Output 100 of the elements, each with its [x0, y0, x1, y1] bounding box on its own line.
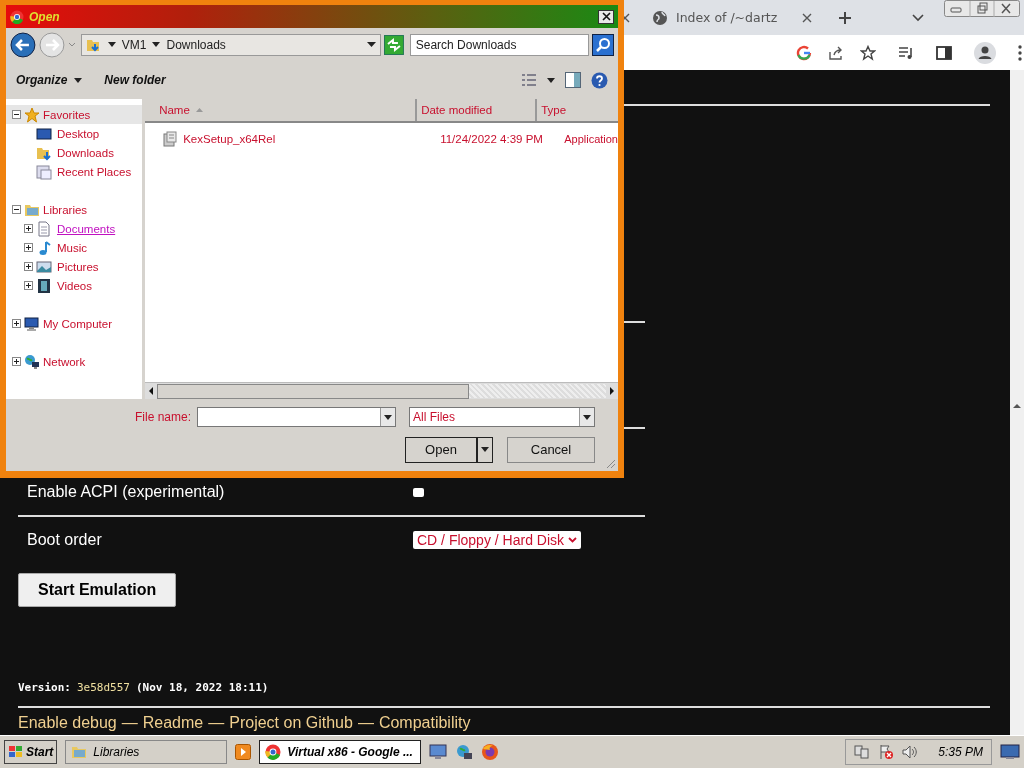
tree-item[interactable]: Network: [43, 355, 86, 368]
tree-item[interactable]: Downloads: [57, 146, 114, 159]
music-icon: [36, 239, 52, 256]
tree-item[interactable]: Documents: [57, 222, 116, 235]
refresh-icon[interactable]: [383, 35, 404, 55]
taskbar-button[interactable]: Virtual x86 - Google ...: [259, 740, 422, 764]
resize-grip-icon[interactable]: [606, 459, 616, 469]
file-date: 11/24/2022 4:39 PM: [439, 133, 544, 145]
search-icon: [595, 37, 611, 53]
breadcrumb-item[interactable]: VM1: [121, 38, 147, 52]
view-list-icon[interactable]: [521, 73, 537, 87]
page-scrollbar[interactable]: [1010, 70, 1024, 735]
menu-icon[interactable]: [1018, 44, 1022, 61]
window-controls[interactable]: [944, 0, 1020, 18]
preview-pane-icon[interactable]: [565, 72, 581, 88]
version-date: (Nov 18, 2022 18:11): [135, 681, 269, 694]
firefox-icon[interactable]: [481, 743, 500, 761]
cancel-button[interactable]: Cancel: [507, 436, 595, 463]
expander-icon[interactable]: [12, 319, 21, 328]
search-field[interactable]: Search Downloads: [410, 35, 589, 55]
caret-icon[interactable]: [547, 77, 555, 83]
expander-icon[interactable]: [12, 357, 21, 366]
separator-dash: —: [208, 714, 225, 732]
footer-link[interactable]: Project on Github: [229, 714, 353, 732]
footer-link[interactable]: Enable debug: [18, 714, 117, 732]
expander-icon[interactable]: [24, 243, 33, 252]
recent-icon: [36, 163, 52, 180]
doc-icon: [36, 220, 52, 237]
expander-icon[interactable]: [24, 224, 33, 233]
back-icon[interactable]: [10, 32, 36, 58]
checkbox[interactable]: [413, 488, 424, 497]
network-tray-icon[interactable]: [854, 744, 871, 760]
computer-icon: [24, 315, 40, 332]
toolbar-command[interactable]: Organize: [16, 73, 83, 87]
column-header[interactable]: Name: [145, 99, 418, 121]
star-icon[interactable]: [860, 44, 876, 61]
media-player-icon[interactable]: [235, 744, 252, 760]
expander-icon[interactable]: [12, 205, 21, 214]
tree-item[interactable]: Libraries: [43, 203, 88, 216]
close-button[interactable]: [598, 9, 614, 24]
footer-link[interactable]: Compatibility: [378, 714, 471, 732]
share-icon[interactable]: [828, 44, 844, 61]
taskbar-button[interactable]: Libraries: [65, 740, 228, 764]
breadcrumb-item[interactable]: Downloads: [166, 38, 226, 52]
google-icon[interactable]: [796, 44, 812, 61]
caret-icon[interactable]: [152, 42, 161, 48]
expander-icon[interactable]: [24, 262, 33, 271]
browser-tab[interactable]: Index of /~dartz: [646, 0, 818, 35]
folder-icon: [85, 37, 102, 53]
help-icon[interactable]: [591, 71, 608, 89]
column-header[interactable]: Date modified: [417, 99, 538, 121]
chrome-icon: [265, 744, 282, 760]
tree-item[interactable]: Videos: [57, 279, 92, 292]
field-label: Boot order: [27, 531, 102, 549]
sort-arrow-icon: [195, 108, 203, 112]
volume-icon[interactable]: [902, 744, 919, 760]
clock[interactable]: 5:35 PM: [938, 745, 983, 759]
start-emulation-button[interactable]: Start Emulation: [18, 573, 177, 607]
new-tab-icon[interactable]: [838, 10, 852, 25]
horizontal-scrollbar[interactable]: [145, 382, 618, 399]
open-options-button[interactable]: [477, 436, 493, 463]
boot-order-select[interactable]: CD / Floppy / Hard Disk: [413, 531, 582, 549]
tree-item[interactable]: Pictures: [57, 260, 99, 273]
expander-icon[interactable]: [24, 281, 33, 290]
desktop-icon: [36, 125, 52, 142]
network-icon: [24, 353, 40, 370]
file-name[interactable]: KexSetup_x64Rel: [183, 133, 276, 145]
network-globe-icon[interactable]: [455, 743, 474, 761]
side-panel-icon[interactable]: [936, 45, 952, 60]
video-icon: [36, 277, 52, 294]
monitor-icon[interactable]: [429, 744, 448, 760]
installer-icon: [163, 131, 178, 147]
chrome-icon: [10, 9, 24, 24]
tree-item[interactable]: My Computer: [43, 317, 113, 330]
close-icon[interactable]: [802, 12, 812, 23]
file-name-label: File name:: [133, 410, 191, 424]
dropdown-caret-icon[interactable]: [366, 42, 376, 48]
profile-icon[interactable]: [974, 41, 996, 64]
open-button[interactable]: Open: [405, 436, 477, 463]
action-center-warning-icon[interactable]: [878, 744, 895, 760]
tree-item[interactable]: Recent Places: [57, 165, 132, 178]
chevron-down-icon[interactable]: [912, 13, 924, 22]
version-label: Version:: [18, 681, 71, 694]
file-type-select[interactable]: All Files: [409, 407, 595, 427]
start-button[interactable]: Start: [4, 740, 58, 764]
picture-icon: [36, 258, 52, 275]
folder-icon: [71, 745, 88, 759]
show-desktop-icon[interactable]: [1000, 744, 1020, 760]
tree-item[interactable]: Music: [57, 241, 88, 254]
toolbar-command[interactable]: New folder: [104, 73, 166, 87]
expander-icon[interactable]: [12, 110, 21, 119]
separator-dash: —: [357, 714, 374, 732]
column-header[interactable]: Type: [537, 99, 618, 121]
tree-item[interactable]: Desktop: [57, 127, 100, 140]
file-name-field[interactable]: [197, 407, 396, 427]
address-bar[interactable]: VM1 Downloads: [80, 34, 381, 56]
footer-link[interactable]: Readme: [142, 714, 204, 732]
caret-icon[interactable]: [107, 42, 116, 48]
search-button[interactable]: [592, 34, 614, 56]
media-icon[interactable]: [898, 45, 914, 60]
